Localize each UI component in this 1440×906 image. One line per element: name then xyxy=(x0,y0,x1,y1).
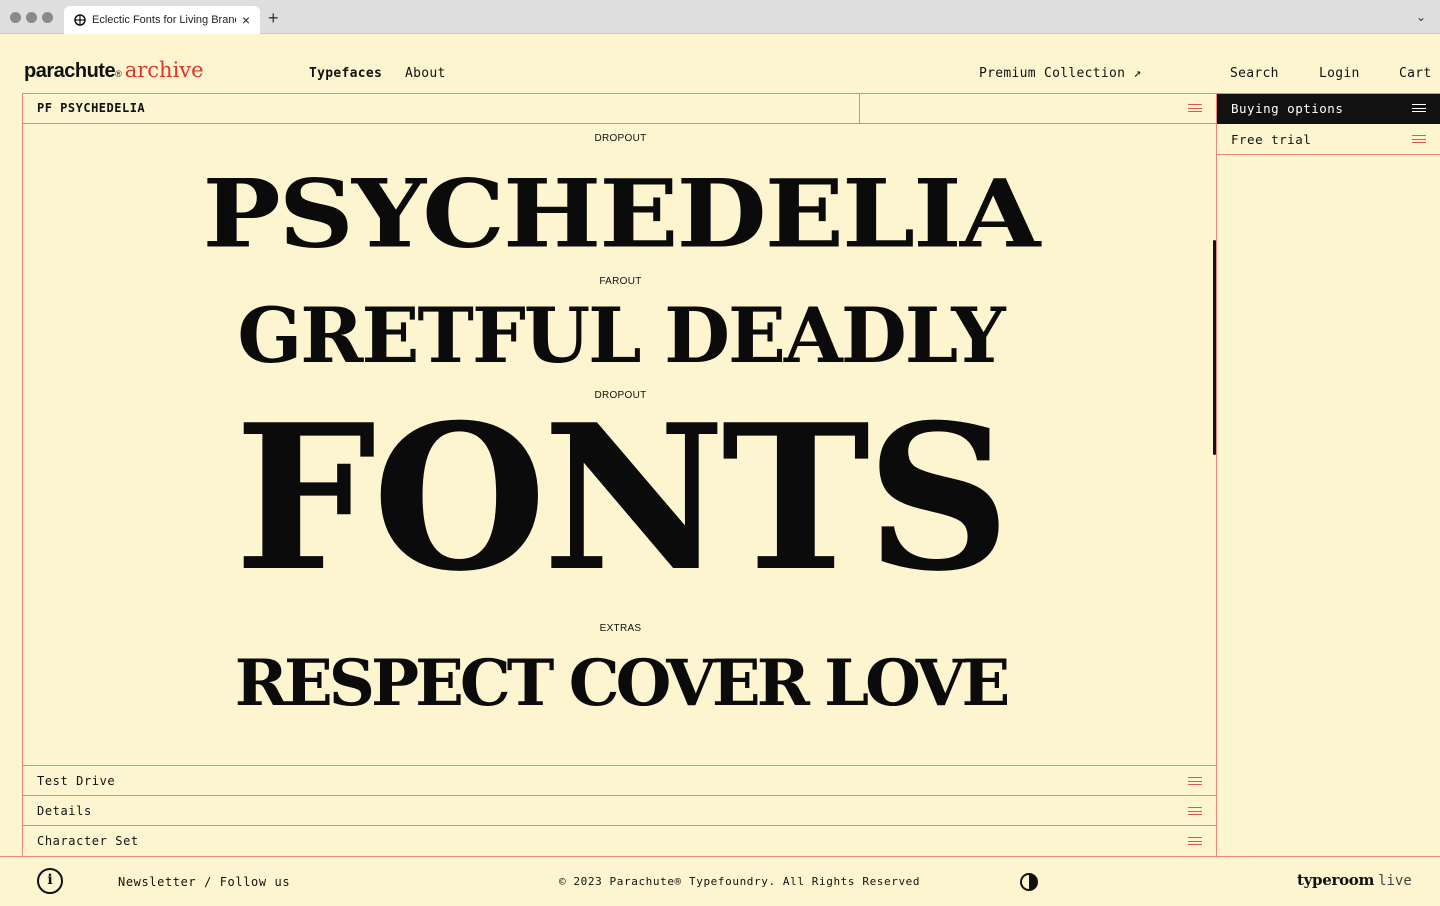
menu-icon[interactable] xyxy=(1412,104,1426,113)
nav-about[interactable]: About xyxy=(405,66,446,81)
copyright-text: © 2023 Parachute® Typefoundry. All Right… xyxy=(559,875,921,888)
contrast-toggle-icon[interactable] xyxy=(1020,873,1038,891)
specimen-text: PSYCHEDELIA xyxy=(202,158,1041,269)
panel-scrollbar[interactable] xyxy=(1213,240,1216,455)
nav-premium-collection[interactable]: Premium Collection ↗ xyxy=(979,66,1142,81)
accordion-details[interactable]: Details xyxy=(22,795,1217,826)
font-bar-divider xyxy=(859,94,860,124)
purchase-sidebar: Buying options Free trial xyxy=(1217,93,1440,857)
expand-icon[interactable] xyxy=(1188,807,1202,816)
window-minimize-dot[interactable] xyxy=(26,12,37,23)
free-trial-label: Free trial xyxy=(1231,132,1312,147)
specimen-text: RESPECT COVER LOVE xyxy=(234,646,1010,721)
tab-title: Eclectic Fonts for Living Brands xyxy=(92,14,236,26)
nav-search[interactable]: Search xyxy=(1230,66,1279,81)
new-tab-button[interactable]: + xyxy=(268,8,279,29)
tab-close-icon[interactable]: × xyxy=(242,12,250,28)
site-footer: i Newsletter / Follow us © 2023 Parachut… xyxy=(0,856,1440,906)
buying-options-label: Buying options xyxy=(1231,101,1344,116)
newsletter-follow-link[interactable]: Newsletter / Follow us xyxy=(118,875,290,889)
font-menu-icon[interactable] xyxy=(1188,104,1202,113)
style-label: FAROUT xyxy=(599,276,642,287)
font-name: PF PSYCHEDELIA xyxy=(37,101,146,115)
site-logo[interactable]: parachute ® archive xyxy=(24,58,204,83)
logo-brand: parachute xyxy=(24,60,116,82)
expand-icon[interactable] xyxy=(1188,777,1202,786)
browser-tab[interactable]: Eclectic Fonts for Living Brands × xyxy=(64,6,260,34)
logo-registered: ® xyxy=(115,69,122,79)
window-close-dot[interactable] xyxy=(10,12,21,23)
nav-cart[interactable]: Cart xyxy=(1399,66,1432,81)
specimen-text: GRETFUL DEADLY xyxy=(237,291,1005,380)
font-title-bar: PF PSYCHEDELIA xyxy=(23,94,1216,124)
nav-login[interactable]: Login xyxy=(1319,66,1360,81)
expand-icon[interactable] xyxy=(1188,837,1202,846)
accordion-label: Character Set xyxy=(37,834,139,848)
accordion-label: Test Drive xyxy=(37,774,116,788)
accordion-character-set[interactable]: Character Set xyxy=(22,825,1217,856)
specimen-text: FONTS xyxy=(234,381,1010,616)
nav-typefaces[interactable]: Typefaces xyxy=(309,66,382,81)
typeroom-wordmark: typeroom xyxy=(1297,871,1375,889)
logo-archive: archive xyxy=(124,58,204,82)
info-icon[interactable]: i xyxy=(37,868,63,894)
free-trial-button[interactable]: Free trial xyxy=(1217,124,1440,155)
site-favicon-icon xyxy=(74,14,86,26)
buying-options-button[interactable]: Buying options xyxy=(1217,94,1440,124)
tab-list-chevron-icon[interactable]: ⌄ xyxy=(1416,10,1426,24)
menu-icon[interactable] xyxy=(1412,135,1426,144)
accordion-label: Details xyxy=(37,804,92,818)
style-label: EXTRAS xyxy=(599,623,642,634)
browser-chrome: Eclectic Fonts for Living Brands × + ⌄ xyxy=(0,0,1440,34)
live-wordmark: live xyxy=(1378,873,1412,889)
style-label: DROPOUT xyxy=(594,133,647,144)
typeroom-live-logo[interactable]: typeroom live xyxy=(1297,871,1412,889)
specimen-panel: PF PSYCHEDELIA DROPOUT PSYCHEDELIA FAROU… xyxy=(22,93,1217,857)
window-zoom-dot[interactable] xyxy=(42,12,53,23)
accordion-test-drive[interactable]: Test Drive xyxy=(22,765,1217,796)
